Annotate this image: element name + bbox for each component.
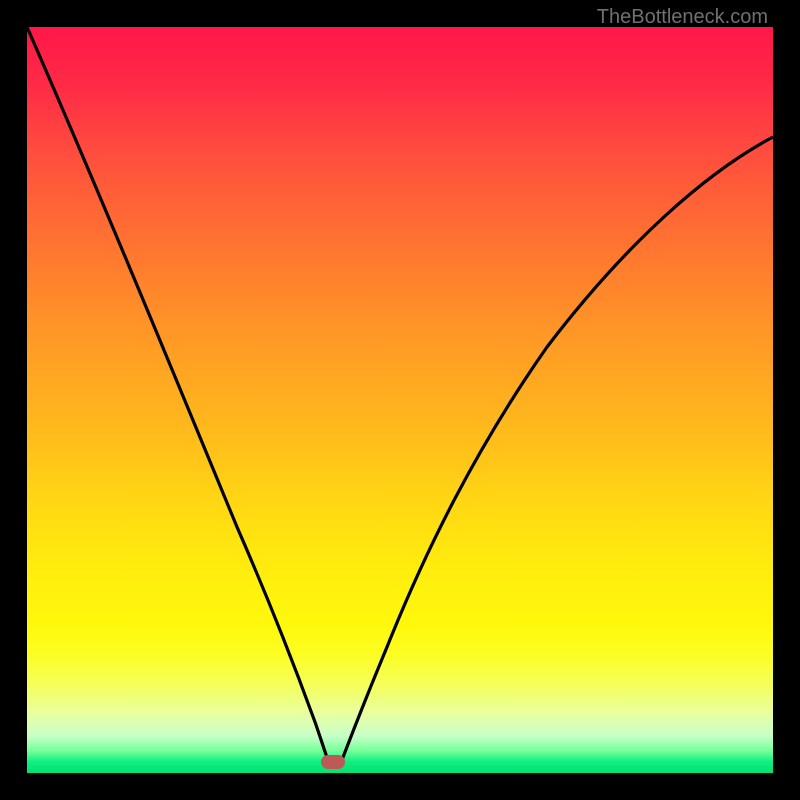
- bottleneck-curve-path: [27, 27, 773, 765]
- chart-frame: TheBottleneck.com: [0, 0, 800, 800]
- bottleneck-curve-svg: [27, 27, 773, 773]
- watermark-text: TheBottleneck.com: [597, 6, 768, 29]
- plot-area: [27, 27, 773, 773]
- optimal-point-marker: [321, 755, 345, 769]
